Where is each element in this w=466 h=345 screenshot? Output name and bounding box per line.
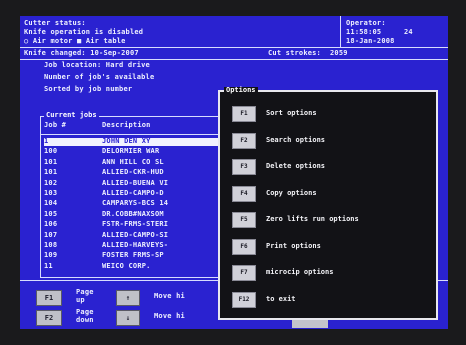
option-label: Print options (266, 241, 321, 250)
job-row[interactable]: 109 FOSTER FRMS-SP (44, 252, 229, 260)
cutter-screen: Cutter status: Knife operation is disabl… (20, 16, 448, 329)
option-key-f6[interactable]: F6 (232, 238, 256, 255)
operator-label: Operator: (346, 19, 386, 27)
operator-time: 11:58:05 (346, 28, 382, 36)
up-arrow-key[interactable]: ↑ (116, 290, 140, 306)
job-number: 100 (44, 147, 58, 156)
option-key-f12[interactable]: F12 (232, 291, 256, 308)
job-number: 11 (44, 261, 53, 270)
job-description: WEICO CORP. (102, 261, 151, 270)
operator-divider (340, 16, 341, 47)
air-motor-radio[interactable]: ○ Air motor ■ Air table (24, 38, 126, 45)
down-arrow-key[interactable]: ↓ (116, 310, 140, 326)
knife-changed: Knife changed: 10-Sep-2007 (24, 49, 139, 57)
job-number: 107 (44, 230, 58, 239)
job-row[interactable]: 108 ALLIED-HARVEYS- (44, 242, 229, 250)
option-label: microcip options (266, 268, 334, 276)
job-number: 1 (44, 137, 49, 145)
move-up-label: Move hi (154, 292, 185, 300)
cutter-status-label: Cutter status: (24, 19, 86, 27)
f2-key[interactable]: F2 (36, 310, 62, 326)
option-label: Delete options (266, 162, 326, 170)
job-row-selected[interactable]: 1 JOHN DEN XY (44, 138, 229, 146)
job-row[interactable]: 100 DELORMIER WAR (44, 148, 229, 156)
header-divider (20, 47, 448, 48)
option-key-f4[interactable]: F4 (232, 185, 256, 202)
job-description: FSTR-FRMS-STERI (102, 220, 169, 229)
options-dialog: Options F1 Sort options F2 Search options F3… (218, 86, 438, 320)
col-job-number: Job # (44, 121, 67, 129)
job-row[interactable]: 103 ALLIED-CAMPO-D (44, 190, 229, 198)
jobs-available: Number of job's available (44, 73, 155, 81)
job-row[interactable]: 102 ALLIED-BUENA VI (44, 178, 229, 188)
jobs-sorted: Sorted by job number (44, 85, 133, 93)
job-location: Job location: Hard drive (44, 61, 150, 69)
radio-icon: ○ (24, 37, 29, 45)
job-number: 108 (44, 241, 58, 249)
list-header-divider (40, 134, 230, 135)
option-label: Search options (266, 135, 326, 144)
col-description: Description (102, 121, 151, 129)
job-number: 103 (44, 189, 58, 197)
job-row[interactable]: 107 ALLIED-CAMPO-SI (44, 230, 229, 240)
job-row[interactable]: 104 CAMPARYS-BCS 14 (44, 200, 229, 208)
job-description: DELORMIER WAR (102, 147, 160, 156)
page-down-label: Page down (76, 308, 94, 324)
jobs-divider (20, 59, 448, 60)
air-motor-label: Air motor (32, 37, 73, 45)
job-description: JOHN DEN XY (102, 137, 151, 145)
job-description: FOSTER FRMS-SP (102, 251, 164, 260)
option-label: Sort options (266, 109, 317, 117)
job-number: 101 (44, 157, 58, 166)
job-description: ALLIED-BUENA VI (102, 178, 169, 187)
page-up-label: Page up (76, 288, 94, 304)
option-label: Copy options (266, 188, 317, 197)
move-down-label: Move hi (154, 312, 185, 320)
options-title: Options (224, 86, 258, 94)
job-number: 109 (44, 251, 58, 260)
option-key-f3[interactable]: F3 (232, 159, 256, 175)
job-description: ALLIED-HARVEYS- (102, 241, 169, 249)
job-number: 102 (44, 178, 58, 187)
knife-operation-status: Knife operation is disabled (24, 28, 144, 36)
checkbox-icon: ■ (77, 37, 82, 45)
option-key-f7[interactable]: F7 (232, 265, 256, 281)
job-row[interactable]: 105 DR.COBB#NAXSOM (44, 209, 229, 219)
operator-id: 24 (404, 28, 413, 36)
option-key-f5[interactable]: F5 (232, 212, 256, 228)
job-description: ALLIED-CKR-HUD (102, 168, 164, 177)
job-description: ANN HILL CO SL (102, 157, 164, 166)
option-label: Zero lifts run options (266, 215, 359, 223)
job-description: ALLIED-CAMPO-SI (102, 230, 169, 239)
job-description: DR.COBB#NAXSOM (102, 209, 164, 218)
air-table-label: Air table (85, 37, 126, 45)
job-row[interactable]: 11 WEICO CORP. (44, 261, 229, 271)
job-row[interactable]: 106 FSTR-FRMS-STERI (44, 221, 229, 229)
operator-date: 18-Jan-2008 (346, 37, 395, 45)
current-jobs-title: Current jobs (44, 111, 99, 119)
f1-key[interactable]: F1 (36, 290, 62, 306)
option-label: to exit (266, 294, 296, 303)
cut-strokes-label: Cut strokes: (268, 49, 321, 57)
job-number: 105 (44, 209, 58, 218)
option-key-f2[interactable]: F2 (232, 132, 256, 149)
job-row[interactable]: 101 ALLIED-CKR-HUD (44, 169, 229, 177)
job-number: 104 (44, 199, 58, 208)
cut-strokes-value: 2059 (330, 49, 348, 57)
job-description: ALLIED-CAMPO-D (102, 189, 164, 197)
job-number: 101 (44, 168, 58, 177)
option-key-f1[interactable]: F1 (232, 106, 256, 122)
job-row[interactable]: 101 ANN HILL CO SL (44, 157, 229, 167)
job-number: 106 (44, 220, 58, 229)
job-description: CAMPARYS-BCS 14 (102, 199, 169, 208)
